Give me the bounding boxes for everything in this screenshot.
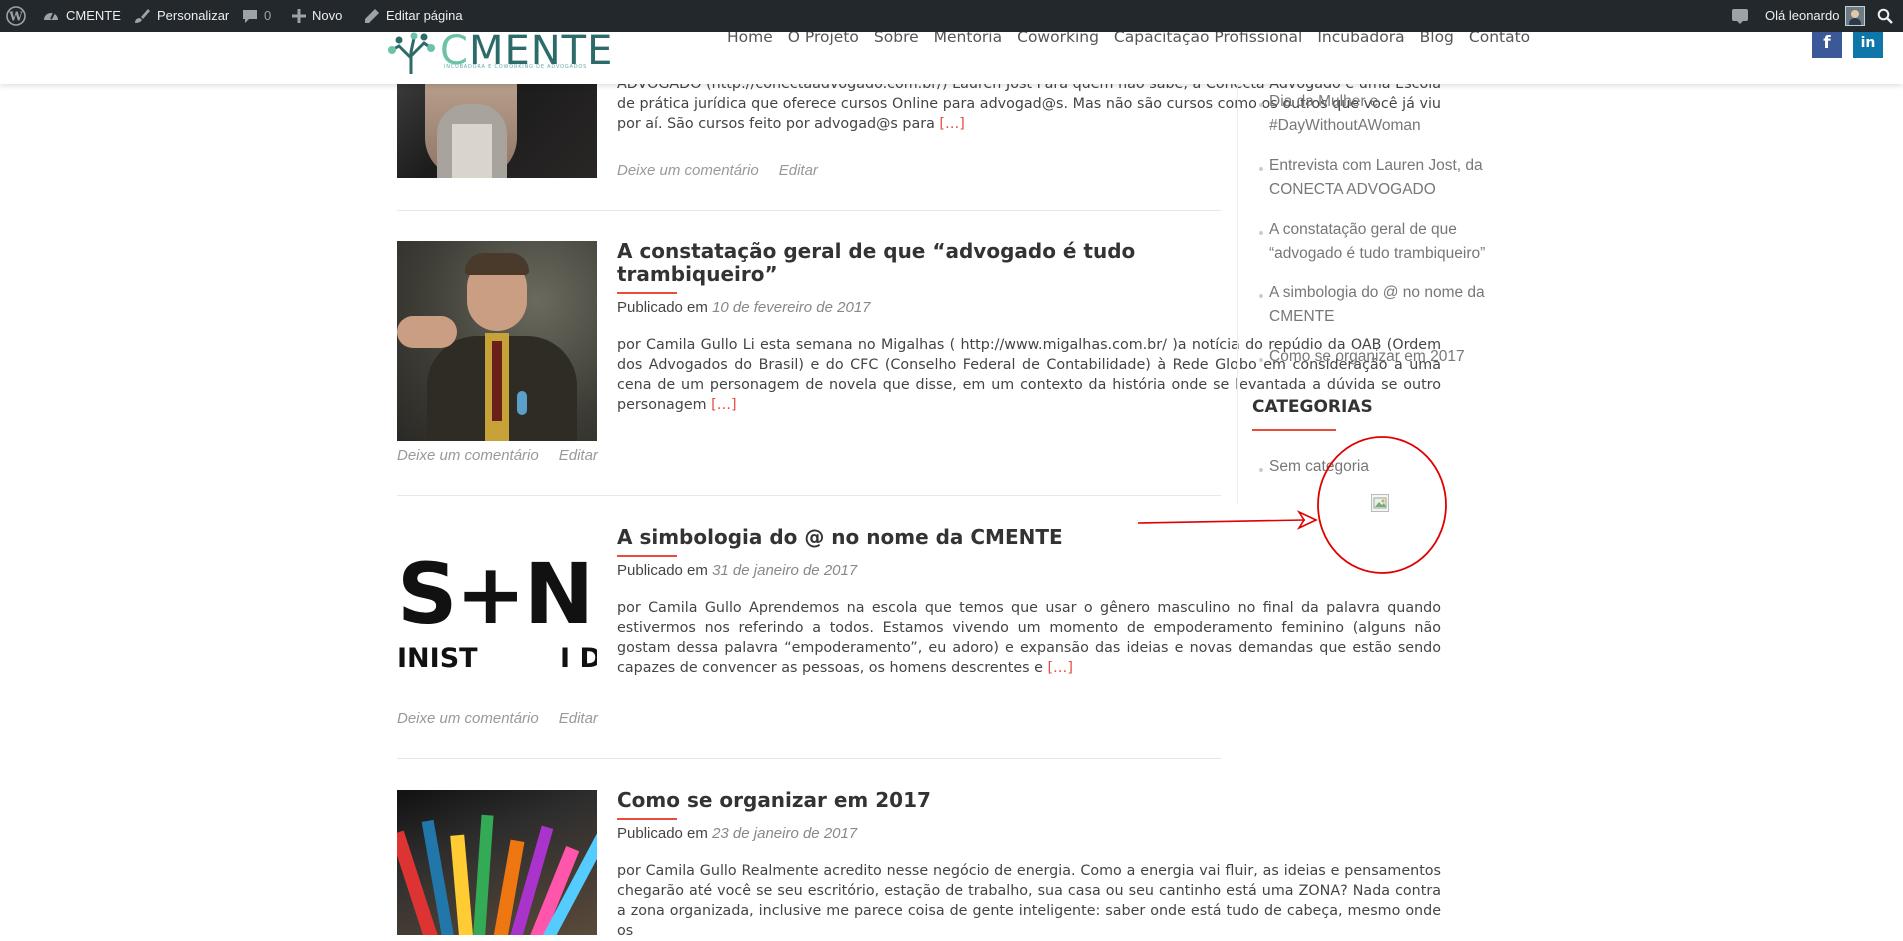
recent-post-link[interactable]: A constatação geral de que “advogado é t…: [1269, 218, 1509, 266]
customize-label: Personalizar: [157, 8, 230, 23]
site-header: CMENTE INCUBADORA E COWORKING DE ADVOGAD…: [0, 28, 1903, 84]
post-excerpt: por Camila Gullo Realmente acredito ness…: [617, 863, 1441, 939]
svg-text:W: W: [8, 10, 23, 24]
category-link[interactable]: Sem categoria: [1269, 455, 1509, 479]
post-thumbnail-lauren-jost[interactable]: [397, 84, 597, 178]
thumb-text-large: S+N: [397, 545, 594, 643]
list-bullet: [1259, 231, 1263, 235]
post-date-link[interactable]: 10 de fevereiro de 2017: [712, 299, 870, 316]
dashboard-icon: [44, 12, 58, 20]
read-more-link[interactable]: […]: [1047, 660, 1072, 676]
broken-image-icon: [1371, 494, 1389, 512]
post-title[interactable]: Como se organizar em 2017: [617, 789, 1217, 812]
post-title[interactable]: A simbologia do @ no nome da CMENTE: [617, 526, 1217, 549]
list-bullet: [1259, 167, 1263, 171]
recent-post-link[interactable]: Entrevista com Lauren Jost, da CONECTA A…: [1269, 154, 1509, 202]
post-divider: [397, 758, 1221, 759]
post-links: Deixe um comentário Editar: [397, 710, 598, 727]
new-label: Novo: [312, 8, 343, 23]
list-bullet: [1259, 294, 1263, 298]
post-meta: Publicado em 31 de janeiro de 2017: [617, 562, 858, 579]
recent-post-link[interactable]: A simbologia do @ no nome da CMENTE: [1269, 281, 1509, 329]
logo-tagline: INCUBADORA E COWORKING DE ADVOGADOS: [444, 64, 588, 70]
leave-comment-link[interactable]: Deixe um comentário: [397, 447, 539, 464]
pencil-icon: [365, 9, 379, 23]
site-name-label: CMENTE: [66, 8, 121, 23]
edit-page-menu[interactable]: Editar página: [364, 0, 463, 32]
wp-admin-bar: W CMENTE Personalizar 0 Novo Editar pági…: [0, 0, 1903, 32]
post-excerpt: por Camila Gullo Aprendemos na escola qu…: [617, 600, 1441, 676]
my-account-menu[interactable]: Olá leonardo: [1765, 0, 1866, 32]
comments-count: 0: [264, 8, 272, 23]
linkedin-icon[interactable]: in: [1853, 28, 1883, 58]
title-underline: [617, 292, 677, 294]
categories-widget-title: CATEGORIAS: [1252, 397, 1373, 417]
read-more-link[interactable]: […]: [711, 397, 736, 413]
edit-post-link[interactable]: Editar: [559, 447, 598, 464]
plus-icon: [292, 9, 306, 23]
post-meta: Publicado em 23 de janeiro de 2017: [617, 825, 858, 842]
recent-post-link[interactable]: Dia da Mulher e #DayWithoutAWoman: [1269, 90, 1509, 138]
post-meta: Publicado em 10 de fevereiro de 2017: [617, 299, 871, 316]
search-icon[interactable]: [1877, 0, 1893, 32]
site-logo[interactable]: CMENTE INCUBADORA E COWORKING DE ADVOGAD…: [384, 28, 612, 76]
read-more-link[interactable]: […]: [939, 116, 964, 132]
post-date-link[interactable]: 31 de janeiro de 2017: [712, 562, 857, 579]
leave-comment-link[interactable]: Deixe um comentário: [617, 162, 759, 179]
post-title[interactable]: A constatação geral de que “advogado é t…: [617, 240, 1217, 286]
list-bullet: [1259, 103, 1263, 107]
avatar: [1845, 6, 1866, 26]
post-divider: [397, 210, 1221, 211]
thumb-text-left: INIST: [397, 643, 478, 674]
title-underline: [617, 818, 677, 820]
facebook-icon[interactable]: f: [1812, 28, 1842, 58]
leave-comment-link[interactable]: Deixe um comentário: [397, 710, 539, 727]
post-thumbnail-feminist[interactable]: S+N INIST I DO: [397, 525, 597, 725]
list-bullet: [1259, 468, 1263, 472]
post-links: Deixe um comentário Editar: [397, 447, 598, 464]
customize-menu[interactable]: Personalizar: [133, 0, 229, 32]
sidebar-divider: [1237, 84, 1238, 504]
post-links: Deixe um comentário Editar: [617, 162, 818, 179]
recent-post-link[interactable]: Como se organizar em 2017: [1269, 345, 1509, 369]
wordpress-logo-icon[interactable]: W: [6, 0, 26, 32]
brush-icon: [135, 9, 150, 23]
edit-post-link[interactable]: Editar: [779, 162, 818, 179]
post-thumbnail-saul[interactable]: [397, 241, 597, 441]
post-date-link[interactable]: 23 de janeiro de 2017: [712, 825, 857, 842]
comments-menu[interactable]: 0: [242, 0, 271, 32]
list-bullet: [1259, 358, 1263, 362]
notification-icon[interactable]: [1731, 0, 1749, 32]
title-underline: [617, 555, 677, 557]
thumb-text-right: I DO: [560, 643, 597, 674]
widget-title-underline: [1252, 429, 1336, 431]
new-content-menu[interactable]: Novo: [292, 0, 342, 32]
tree-logo-icon: [388, 32, 435, 74]
post-divider: [397, 495, 1221, 496]
comment-icon: [243, 10, 257, 23]
site-name-menu[interactable]: CMENTE: [42, 0, 121, 32]
post-thumbnail-organize[interactable]: [397, 790, 597, 935]
edit-post-link[interactable]: Editar: [559, 710, 598, 727]
greeting-label: Olá leonardo: [1765, 8, 1840, 23]
edit-page-label: Editar página: [386, 8, 463, 23]
